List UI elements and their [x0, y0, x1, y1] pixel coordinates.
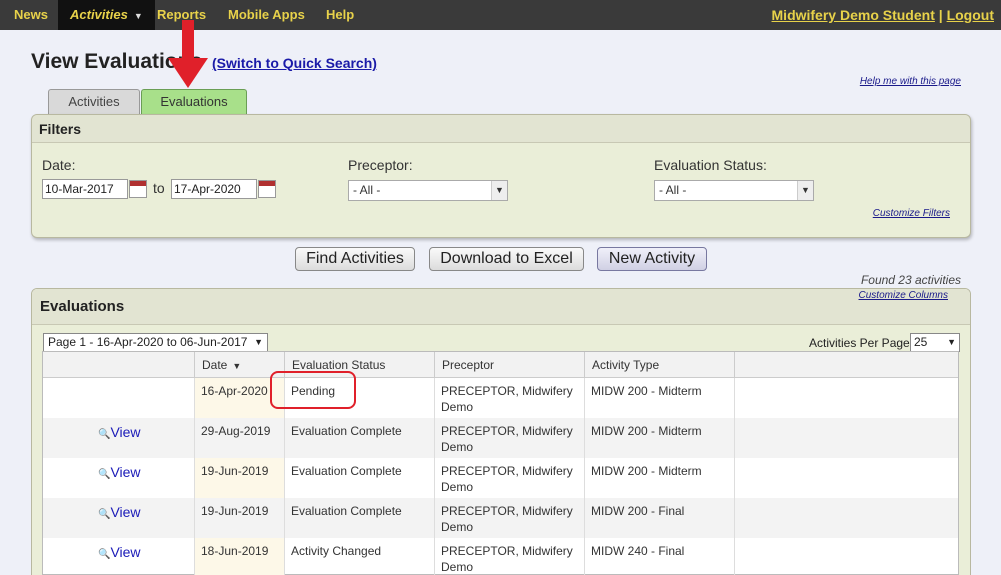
nav-activities[interactable]: Activities ▼: [58, 0, 155, 30]
evaluations-table: Date ▼ Evaluation Status Preceptor Activi…: [42, 351, 959, 575]
logout-link[interactable]: Logout: [947, 7, 994, 23]
evaluation-status-select-value: - All -: [659, 183, 687, 197]
user-name-link[interactable]: Midwifery Demo Student: [772, 7, 935, 23]
preceptor-select-value: - All -: [353, 183, 381, 197]
nav-help[interactable]: Help: [326, 0, 354, 30]
red-arrow-annotation: [168, 20, 208, 88]
column-divider: [734, 378, 735, 575]
cell-preceptor: PRECEPTOR, Midwifery Demo: [441, 464, 573, 494]
tab-activities[interactable]: Activities: [48, 89, 140, 114]
nav-mobile-apps[interactable]: Mobile Apps: [228, 0, 305, 30]
magnifier-icon: 🔍: [98, 469, 111, 480]
view-link[interactable]: 🔍View: [98, 424, 141, 440]
view-link[interactable]: 🔍View: [98, 504, 141, 520]
magnifier-icon: 🔍: [98, 549, 111, 560]
user-links-separator: |: [938, 7, 943, 23]
chevron-down-icon: ▼: [797, 181, 813, 200]
date-label: Date:: [42, 157, 76, 173]
cell-preceptor: PRECEPTOR, Midwifery Demo: [441, 424, 573, 454]
cell-activity-type: MIDW 200 - Midterm: [591, 384, 702, 398]
view-link-label: View: [110, 544, 141, 560]
chevron-down-icon: ▼: [947, 337, 956, 347]
page-select-value: Page 1 - 16-Apr-2020 to 06-Jun-2017: [48, 335, 248, 349]
cell-activity-type: MIDW 200 - Midterm: [591, 424, 702, 438]
evaluations-title: Evaluations: [32, 289, 970, 325]
to-label: to: [153, 180, 165, 196]
view-link-label: View: [110, 504, 141, 520]
evaluation-status-select[interactable]: - All - ▼: [654, 180, 814, 201]
cell-evaluation-status: Activity Changed: [291, 544, 382, 558]
filters-title: Filters: [32, 115, 970, 143]
sort-down-icon: ▼: [232, 361, 242, 371]
cell-evaluation-status: Evaluation Complete: [291, 504, 402, 518]
cell-preceptor: PRECEPTOR, Midwifery Demo: [441, 384, 573, 414]
top-nav: News Activities ▼ Reports Mobile Apps Hel…: [0, 0, 1001, 30]
find-activities-button[interactable]: Find Activities: [295, 247, 415, 271]
view-link-label: View: [110, 464, 141, 480]
column-header-date-label: Date: [202, 358, 228, 372]
chevron-down-icon: ▼: [254, 337, 263, 347]
customize-filters-link[interactable]: Customize Filters: [873, 208, 950, 219]
nav-news[interactable]: News: [14, 0, 48, 30]
cell-date: 29-Aug-2019: [201, 424, 271, 438]
table-header: Date ▼ Evaluation Status Preceptor Activi…: [43, 352, 958, 378]
nav-activities-label: Activities: [70, 7, 128, 22]
filters-panel: Filters Date: to Preceptor: - All - ▼ Ev…: [31, 114, 971, 238]
date-from-input[interactable]: [42, 179, 128, 199]
pending-highlight-annotation: [270, 371, 356, 409]
cell-activity-type: MIDW 200 - Final: [591, 504, 685, 518]
column-divider: [584, 378, 585, 575]
new-activity-button[interactable]: New Activity: [597, 247, 707, 271]
view-link-label: View: [110, 424, 141, 440]
customize-columns-link[interactable]: Customize Columns: [859, 290, 948, 301]
cell-date: 19-Jun-2019: [201, 504, 269, 518]
column-header-activity-type[interactable]: Activity Type: [584, 352, 734, 378]
tab-evaluations[interactable]: Evaluations: [141, 89, 247, 114]
per-page-value: 25: [914, 335, 928, 349]
cell-evaluation-status: Evaluation Complete: [291, 464, 402, 478]
cell-preceptor: PRECEPTOR, Midwifery Demo: [441, 504, 573, 534]
column-divider: [194, 378, 195, 575]
calendar-icon[interactable]: [258, 180, 276, 198]
download-to-excel-button[interactable]: Download to Excel: [429, 247, 584, 271]
date-to-input[interactable]: [171, 179, 257, 199]
switch-to-quick-search-link[interactable]: (Switch to Quick Search): [212, 55, 377, 71]
table-row: 🔍View 19-Jun-2019 Evaluation Complete PRECE…: [43, 498, 958, 538]
help-link[interactable]: Help me with this page: [860, 76, 961, 87]
cell-date: 19-Jun-2019: [201, 464, 269, 478]
column-divider: [434, 378, 435, 575]
table-row: 🔍View 29-Aug-2019 Evaluation Complete PRECE…: [43, 418, 958, 458]
table-row: 🔍View 19-Jun-2019 Evaluation Complete PRECE…: [43, 458, 958, 498]
cell-date: 18-Jun-2019: [201, 544, 269, 558]
activities-per-page-select[interactable]: 25 ▼: [910, 333, 960, 352]
cell-activity-type: MIDW 200 - Midterm: [591, 464, 702, 478]
calendar-icon[interactable]: [129, 180, 147, 198]
cell-activity-type: MIDW 240 - Final: [591, 544, 685, 558]
magnifier-icon: 🔍: [98, 429, 111, 440]
evaluation-status-label: Evaluation Status:: [654, 157, 767, 173]
activities-per-page-label: Activities Per Page:: [809, 336, 914, 350]
table-row: 🔍View 18-Jun-2019 Activity Changed PRECEPTO…: [43, 538, 958, 575]
table-row: 16-Apr-2020 Pending PRECEPTOR, Midwifery D…: [43, 378, 958, 418]
column-header-preceptor[interactable]: Preceptor: [434, 352, 584, 378]
chevron-down-icon: ▼: [133, 11, 143, 21]
page-select[interactable]: Page 1 - 16-Apr-2020 to 06-Jun-2017 ▼: [43, 333, 268, 352]
magnifier-icon: 🔍: [98, 509, 111, 520]
found-count: Found 23 activities: [860, 273, 961, 287]
user-links: Midwifery Demo Student | Logout: [772, 0, 994, 30]
column-header-blank: [734, 352, 960, 378]
view-link[interactable]: 🔍View: [98, 464, 141, 480]
cell-date: 16-Apr-2020: [201, 384, 268, 398]
view-link[interactable]: 🔍View: [98, 544, 141, 560]
preceptor-label: Preceptor:: [348, 157, 413, 173]
cell-preceptor: PRECEPTOR, Midwifery Demo: [441, 544, 573, 574]
cell-evaluation-status: Evaluation Complete: [291, 424, 402, 438]
chevron-down-icon: ▼: [491, 181, 507, 200]
preceptor-select[interactable]: - All - ▼: [348, 180, 508, 201]
